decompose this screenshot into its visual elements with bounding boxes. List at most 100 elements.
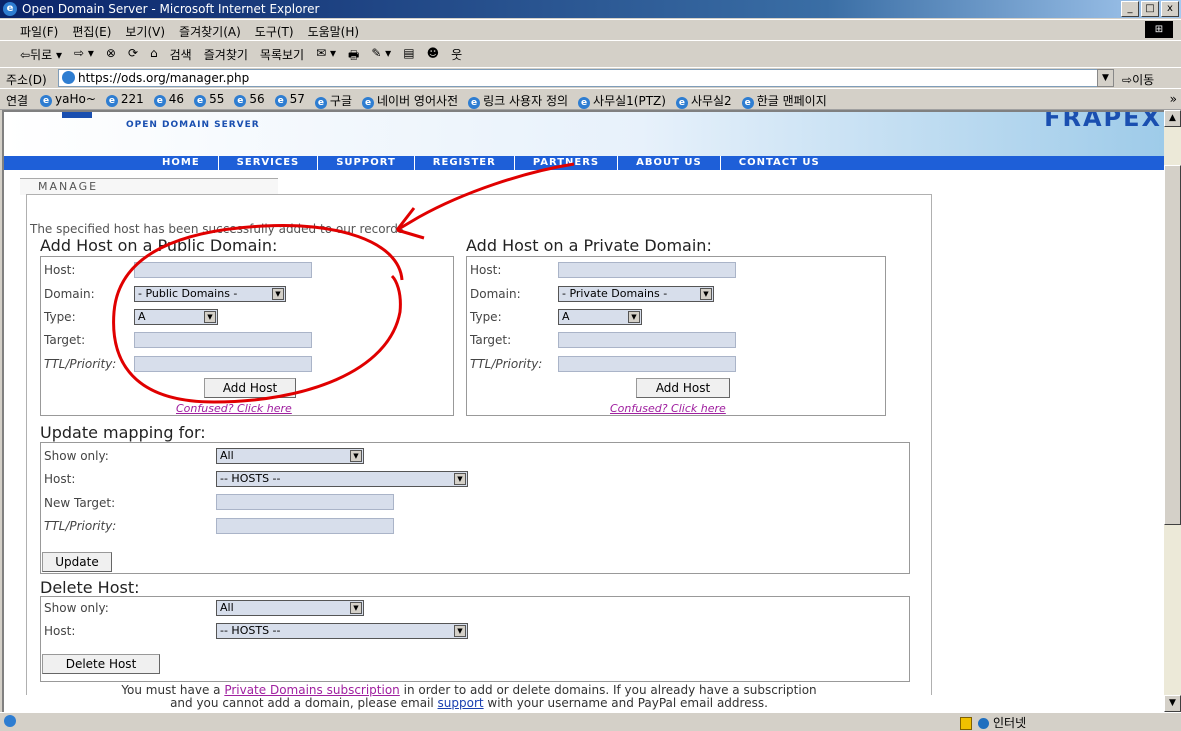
- stop-icon[interactable]: ⊗: [106, 46, 116, 67]
- support-link[interactable]: support: [438, 696, 484, 710]
- update-show-select[interactable]: All ▼: [216, 448, 364, 464]
- link-item[interactable]: 사무실1(PTZ): [578, 92, 666, 109]
- delete-host-button[interactable]: Delete Host: [42, 654, 160, 674]
- nav-register[interactable]: REGISTER: [415, 156, 515, 170]
- update-button[interactable]: Update: [42, 552, 112, 572]
- private-domain-label: Domain:: [470, 287, 521, 301]
- update-target-input[interactable]: [216, 494, 394, 510]
- scroll-thumb[interactable]: [1164, 165, 1181, 525]
- nav-support[interactable]: SUPPORT: [318, 156, 415, 170]
- public-target-input[interactable]: [134, 332, 312, 348]
- history-button[interactable]: 목록보기: [260, 46, 304, 67]
- private-help-link[interactable]: Confused? Click here: [610, 402, 726, 415]
- menu-help[interactable]: 도움말(H): [308, 23, 360, 40]
- chevron-down-icon: ▼: [350, 602, 362, 614]
- private-host-input[interactable]: [558, 262, 736, 278]
- public-domain-select[interactable]: - Public Domains - ▼: [134, 286, 286, 302]
- mail-icon[interactable]: ✉ ▾: [316, 46, 336, 67]
- globe-icon: [978, 718, 989, 729]
- link-item[interactable]: 56: [234, 92, 264, 109]
- favorites-button[interactable]: 즐겨찾기: [204, 46, 248, 67]
- link-item[interactable]: yaHo~: [40, 92, 96, 109]
- private-ttl-input[interactable]: [558, 356, 736, 372]
- success-message: The specified host has been successfully…: [30, 222, 405, 236]
- minimize-button[interactable]: _: [1121, 1, 1139, 17]
- address-url[interactable]: https://ods.org/manager.php: [78, 71, 249, 85]
- scroll-up-icon[interactable]: ▲: [1164, 110, 1181, 127]
- link-item[interactable]: 링크 사용자 정의: [468, 92, 568, 109]
- private-target-input[interactable]: [558, 332, 736, 348]
- private-type-select[interactable]: A ▼: [558, 309, 642, 325]
- chevron-down-icon: ▼: [700, 288, 712, 300]
- nav-about-us[interactable]: ABOUT US: [618, 156, 721, 170]
- update-ttl-input[interactable]: [216, 518, 394, 534]
- edit-icon[interactable]: ✎ ▾: [371, 46, 391, 67]
- nav-services[interactable]: SERVICES: [219, 156, 319, 170]
- maximize-button[interactable]: □: [1141, 1, 1159, 17]
- go-button[interactable]: ⇨이동: [1122, 71, 1154, 88]
- address-input[interactable]: https://ods.org/manager.php: [58, 69, 1110, 87]
- link-item[interactable]: 사무실2: [676, 92, 732, 109]
- private-type-label: Type:: [470, 310, 502, 324]
- menu-favorites[interactable]: 즐겨찾기(A): [179, 23, 241, 40]
- manage-tab: MANAGE: [20, 178, 278, 195]
- public-type-select[interactable]: A ▼: [134, 309, 218, 325]
- menu-tools[interactable]: 도구(T): [255, 23, 294, 40]
- note-text: and you cannot add a domain, please emai…: [170, 696, 438, 710]
- security-zone: 인터넷: [960, 714, 1026, 731]
- public-type-value: A: [138, 310, 146, 323]
- public-add-host-button[interactable]: Add Host: [204, 378, 296, 398]
- private-domain-select[interactable]: - Private Domains - ▼: [558, 286, 714, 302]
- menu-edit[interactable]: 편집(E): [72, 23, 111, 40]
- forward-button[interactable]: ⇨ ▾: [74, 46, 94, 67]
- link-item[interactable]: 57: [275, 92, 305, 109]
- private-add-host-button[interactable]: Add Host: [636, 378, 730, 398]
- link-item[interactable]: 46: [154, 92, 184, 109]
- go-label: 이동: [1132, 73, 1155, 87]
- subscription-link[interactable]: Private Domains subscription: [224, 683, 399, 697]
- messenger-icon[interactable]: ☻: [427, 46, 440, 67]
- link-item[interactable]: 한글 맨페이지: [742, 92, 827, 109]
- site-logo-mark-icon: [62, 112, 92, 118]
- delete-show-select[interactable]: All ▼: [216, 600, 364, 616]
- menu-view[interactable]: 보기(V): [125, 23, 165, 40]
- nav-contact-us[interactable]: CONTACT US: [721, 156, 838, 170]
- discuss-icon[interactable]: ▤: [403, 46, 414, 67]
- search-button[interactable]: 검색: [170, 46, 192, 67]
- vertical-scrollbar[interactable]: ▲ ▼: [1164, 110, 1181, 712]
- delete-host-select[interactable]: -- HOSTS -- ▼: [216, 623, 468, 639]
- public-host-input[interactable]: [134, 262, 312, 278]
- update-host-label: Host:: [44, 472, 76, 486]
- public-help-link[interactable]: Confused? Click here: [176, 402, 292, 415]
- home-icon[interactable]: ⌂: [150, 46, 158, 67]
- update-target-label: New Target:: [44, 496, 116, 510]
- public-ttl-input[interactable]: [134, 356, 312, 372]
- back-button[interactable]: ⇦뒤로 ▾: [20, 46, 62, 67]
- address-dropdown-icon[interactable]: ▼: [1097, 69, 1114, 87]
- note-text: in order to add or delete domains. If yo…: [399, 683, 817, 697]
- site-logo[interactable]: OPEN DOMAIN SERVER: [126, 120, 260, 130]
- close-button[interactable]: x: [1161, 1, 1179, 17]
- link-item[interactable]: 55: [194, 92, 224, 109]
- public-target-label: Target:: [44, 333, 86, 347]
- print-icon[interactable]: 🖶: [348, 46, 359, 67]
- delete-form-title: Delete Host:: [40, 578, 140, 597]
- link-item[interactable]: 구글: [315, 92, 352, 109]
- private-host-label: Host:: [470, 263, 502, 277]
- menu-file[interactable]: 파일(F): [20, 23, 58, 40]
- chevron-down-icon: ▼: [272, 288, 284, 300]
- nav-partners[interactable]: PARTNERS: [515, 156, 619, 170]
- link-item[interactable]: 221: [106, 92, 144, 109]
- window-title: Open Domain Server - Microsoft Internet …: [22, 2, 320, 16]
- user-icon[interactable]: 웃: [451, 46, 462, 67]
- links-more-icon[interactable]: »: [1170, 92, 1177, 106]
- chevron-down-icon: ▼: [454, 473, 466, 485]
- link-item[interactable]: 네이버 영어사전: [362, 92, 458, 109]
- nav-home[interactable]: HOME: [144, 156, 219, 170]
- public-domain-label: Domain:: [44, 287, 95, 301]
- update-host-select[interactable]: -- HOSTS -- ▼: [216, 471, 468, 487]
- refresh-icon[interactable]: ⟳: [128, 46, 138, 67]
- private-target-label: Target:: [470, 333, 512, 347]
- private-ttl-label: TTL/Priority:: [470, 357, 543, 371]
- scroll-down-icon[interactable]: ▼: [1164, 695, 1181, 712]
